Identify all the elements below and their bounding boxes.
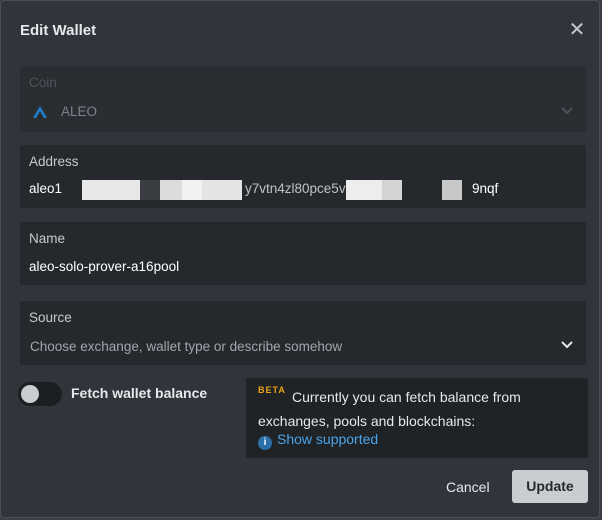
address-value-end: 9nqf	[472, 181, 499, 196]
show-supported-link[interactable]: i Show supported	[258, 431, 378, 450]
redaction-block	[442, 180, 462, 200]
coin-value: ALEO	[61, 104, 98, 119]
name-value[interactable]: aleo-solo-prover-a16pool	[29, 259, 179, 274]
chevron-down-icon	[561, 107, 573, 115]
address-value-start: aleo1	[29, 181, 63, 196]
source-placeholder[interactable]: Choose exchange, wallet type or describe…	[30, 339, 342, 354]
close-icon[interactable]: ✕	[567, 20, 587, 40]
redaction-block	[346, 180, 382, 200]
name-field[interactable]: Name aleo-solo-prover-a16pool	[20, 222, 586, 285]
redaction-block	[202, 180, 242, 200]
name-label: Name	[29, 231, 66, 246]
update-button[interactable]: Update	[512, 470, 588, 503]
dialog-title: Edit Wallet	[20, 22, 97, 39]
coin-select: Coin ALEO	[20, 66, 586, 132]
redaction-block	[382, 180, 402, 200]
info-icon: i	[258, 436, 272, 450]
info-box: Currently you can fetch balance from exc…	[246, 378, 588, 458]
redaction-block	[140, 180, 160, 200]
show-supported-label[interactable]: Show supported	[277, 431, 378, 447]
chevron-down-icon[interactable]	[560, 340, 574, 350]
source-label: Source	[29, 310, 72, 325]
address-value-mid: y7vtn4zl80pce5v4n	[245, 181, 361, 196]
beta-badge: BETA	[258, 385, 286, 395]
address-label: Address	[29, 154, 79, 169]
cancel-button[interactable]: Cancel	[446, 479, 490, 495]
coin-label: Coin	[29, 75, 57, 90]
edit-wallet-dialog: Edit Wallet ✕ Coin ALEO Address aleo1 y7…	[0, 0, 600, 518]
fetch-balance-toggle[interactable]	[18, 382, 62, 406]
redaction-block	[160, 180, 182, 200]
aleo-logo-icon	[33, 106, 47, 118]
toggle-knob	[21, 385, 39, 403]
address-field[interactable]: Address aleo1 y7vtn4zl80pce5v4n 9nqf	[20, 145, 586, 208]
redaction-block	[82, 180, 140, 200]
redaction-block	[182, 180, 202, 200]
fetch-balance-label: Fetch wallet balance	[71, 385, 208, 401]
source-select[interactable]: Source Choose exchange, wallet type or d…	[20, 301, 586, 365]
info-text: Currently you can fetch balance from exc…	[258, 389, 521, 429]
